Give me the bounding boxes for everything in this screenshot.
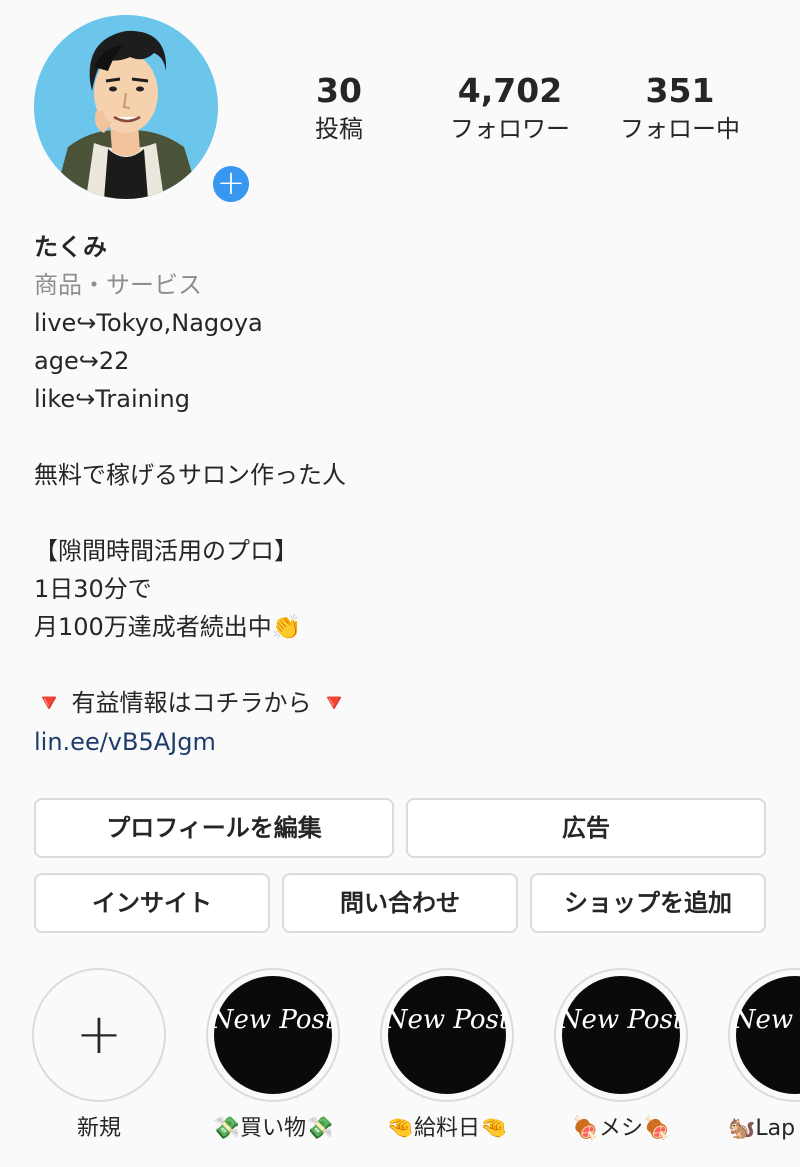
new-post-cover-image: New Post (388, 1005, 506, 1035)
bio-line: 無料で稼げるサロン作った人 (34, 461, 346, 489)
highlight-label: 🍖メシ🍖 (571, 1116, 671, 1141)
add-story-icon[interactable]: + (209, 162, 253, 206)
bio-line: 1日30分で (34, 575, 152, 603)
highlight-label: 💸買い物💸 (212, 1116, 334, 1141)
highlight-cover: New Post (736, 976, 800, 1094)
profile-avatar-container[interactable]: + (34, 15, 253, 206)
profile-category: 商品・サービス (34, 271, 202, 299)
bio-line: live↪Tokyo,Nagoya (34, 309, 263, 337)
bio-line: 月100万達成者続出中👏 (34, 613, 302, 641)
highlight-item[interactable]: New Post 🤏給料日🤏 (380, 968, 514, 1144)
posts-stat[interactable]: 30 投稿 (296, 70, 382, 146)
highlight-cover-ring[interactable]: New Post (728, 968, 800, 1102)
bio-line (34, 418, 774, 456)
following-count: 351 (645, 71, 715, 110)
cover-text: New Post (388, 1005, 506, 1035)
highlight-item[interactable]: New Post 🐿️Lap (728, 968, 800, 1144)
highlight-item[interactable]: New Post 🍖メシ🍖 (554, 968, 688, 1144)
plus-icon: + (75, 1002, 123, 1067)
bio-line: 【隙間時間活用のプロ】 (34, 537, 298, 565)
bio-line (34, 494, 774, 532)
avatar[interactable] (34, 15, 218, 199)
ads-button[interactable]: 広告 (406, 798, 766, 858)
highlight-cover: New Post (388, 976, 506, 1094)
bio-line: age↪22 (34, 347, 130, 375)
profile-link[interactable]: lin.ee/vB5AJgm (34, 722, 774, 762)
new-post-cover-image: New Post (214, 1005, 332, 1035)
bio-line (34, 646, 774, 684)
highlight-cover: New Post (214, 976, 332, 1094)
posts-count: 30 (316, 71, 362, 110)
following-stat[interactable]: 351 フォロー中 (604, 70, 756, 146)
cover-text: New Post (736, 1005, 800, 1035)
edit-profile-button[interactable]: プロフィールを編集 (34, 798, 394, 858)
highlight-new-ring[interactable]: + (32, 968, 166, 1102)
followers-count: 4,702 (457, 71, 563, 110)
avatar-illustration (34, 15, 218, 199)
followers-label: フォロワー (450, 115, 570, 143)
add-shop-button[interactable]: ショップを追加 (530, 873, 766, 933)
posts-label: 投稿 (315, 115, 363, 143)
followers-stat[interactable]: 4,702 フォロワー (436, 70, 584, 146)
contact-button[interactable]: 問い合わせ (282, 873, 518, 933)
cover-text: New Post (562, 1005, 680, 1035)
highlight-cover-ring[interactable]: New Post (206, 968, 340, 1102)
insights-button[interactable]: インサイト (34, 873, 270, 933)
highlight-item[interactable]: New Post 💸買い物💸 (206, 968, 340, 1144)
highlight-cover: New Post (562, 976, 680, 1094)
highlight-cover-ring[interactable]: New Post (554, 968, 688, 1102)
profile-name: たくみ (34, 233, 107, 261)
highlight-cover-ring[interactable]: New Post (380, 968, 514, 1102)
highlight-new[interactable]: + 新規 (32, 968, 166, 1144)
new-post-cover-image: New Post (562, 1005, 680, 1035)
profile-bio: たくみ 商品・サービス live↪Tokyo,Nagoya age↪22 lik… (34, 228, 774, 762)
new-post-cover-image: New Post (736, 1005, 800, 1035)
bio-line: like↪Training (34, 385, 190, 413)
cover-text: New Post (214, 1005, 332, 1035)
highlight-label: 新規 (76, 1116, 121, 1141)
bio-line: 🔻 有益情報はコチラから 🔻 (34, 689, 350, 717)
highlight-label: 🐿️Lap (728, 1116, 796, 1141)
highlight-label: 🤏給料日🤏 (386, 1116, 508, 1141)
following-label: フォロー中 (620, 115, 740, 143)
